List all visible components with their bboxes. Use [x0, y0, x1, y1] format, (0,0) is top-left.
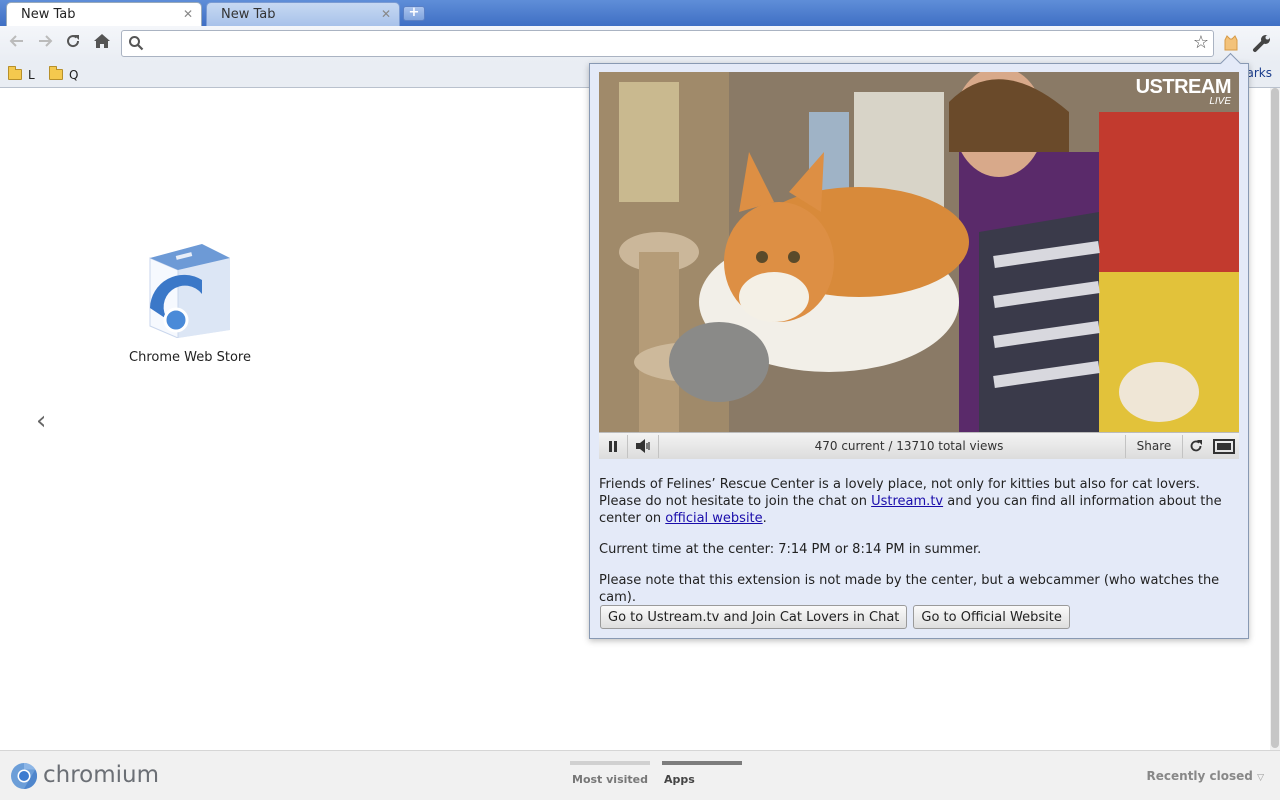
tab-indicator [570, 761, 650, 765]
chromium-wordmark: chromium [43, 762, 160, 788]
official-website-link[interactable]: official website [665, 511, 762, 526]
other-bookmarks-link[interactable]: arks [1247, 66, 1273, 80]
tab-new-tab-1[interactable]: New Tab ✕ [6, 2, 202, 26]
tab-indicator [662, 761, 742, 765]
tab-label: Most visited [572, 773, 648, 786]
app-label: Chrome Web Store [129, 350, 251, 365]
new-tab-button[interactable]: + [403, 6, 425, 21]
forward-arrow-icon[interactable] [33, 32, 57, 56]
divider [658, 435, 659, 458]
tab-title: New Tab [221, 7, 276, 22]
web-store-icon [149, 244, 230, 339]
ustream-link[interactable]: Ustream.tv [871, 494, 943, 509]
player-controls: 470 current / 13710 total views Share [599, 432, 1239, 459]
extension-popup: USTREAM LIVE 470 current / 13710 total v… [589, 63, 1249, 639]
omnibox[interactable]: ☆ [121, 30, 1214, 57]
back-arrow-icon[interactable] [5, 32, 29, 56]
bookmark-folder-q[interactable]: Q [49, 66, 78, 84]
live-video-player[interactable]: USTREAM LIVE [599, 72, 1239, 432]
tab-title: New Tab [21, 7, 76, 22]
disclaimer-text: Please note that this extension is not m… [599, 573, 1220, 605]
go-to-official-website-button[interactable]: Go to Official Website [913, 605, 1070, 629]
view-count: 470 current / 13710 total views [814, 439, 1004, 453]
chevron-down-icon: ▽ [1257, 773, 1264, 783]
bookmark-label: Q [69, 68, 79, 82]
omnibox-input[interactable] [150, 34, 1180, 53]
bookmark-folder-l[interactable]: L [8, 66, 35, 84]
folder-icon [49, 66, 63, 80]
refresh-icon[interactable] [1183, 433, 1209, 460]
description-paragraph: Friends of Felines’ Rescue Center is a l… [599, 476, 1239, 527]
app-tile-chrome-web-store[interactable]: Chrome Web Store [120, 238, 260, 365]
bookmark-label: L [28, 68, 35, 82]
cat-extension-icon[interactable] [1222, 34, 1240, 52]
share-button[interactable]: Share [1126, 433, 1182, 460]
volume-icon[interactable] [628, 433, 658, 460]
folder-icon [8, 66, 22, 80]
ntp-footer: chromium Most visited Apps Recently clos… [0, 750, 1280, 800]
tab-new-tab-2[interactable]: New Tab ✕ [206, 2, 400, 26]
previous-page-chevron-icon[interactable]: ‹ [36, 406, 46, 436]
close-tab-icon[interactable]: ✕ [183, 3, 193, 26]
video-frame-image [599, 72, 1239, 432]
recently-closed-label: Recently closed [1146, 769, 1253, 783]
ustream-logo: USTREAM LIVE [1136, 76, 1232, 107]
scrollbar-thumb[interactable] [1271, 88, 1279, 748]
tab-strip: New Tab ✕ New Tab ✕ + [0, 0, 1280, 26]
close-tab-icon[interactable]: ✕ [381, 3, 391, 26]
star-icon[interactable]: ☆ [1193, 32, 1209, 53]
chromium-brand: chromium [10, 762, 159, 790]
tab-most-visited[interactable]: Most visited [570, 761, 650, 791]
pause-icon[interactable] [599, 433, 627, 460]
popup-description: Friends of Felines’ Rescue Center is a l… [599, 476, 1239, 620]
tab-label: Apps [664, 773, 695, 786]
chromium-logo-icon [11, 762, 38, 790]
tab-apps[interactable]: Apps [662, 761, 742, 791]
wrench-icon[interactable] [1252, 33, 1272, 53]
scrollbar[interactable] [1270, 88, 1280, 750]
search-icon [129, 36, 144, 51]
fullscreen-icon[interactable] [1209, 433, 1239, 460]
popup-actions: Go to Ustream.tv and Join Cat Lovers in … [600, 605, 1076, 629]
home-icon[interactable] [90, 32, 114, 56]
reload-icon[interactable] [61, 32, 85, 56]
current-time-text: Current time at the center: 7:14 PM or 8… [599, 542, 982, 557]
text-segment: . [762, 511, 767, 526]
go-to-ustream-button[interactable]: Go to Ustream.tv and Join Cat Lovers in … [600, 605, 908, 629]
recently-closed-menu[interactable]: Recently closed ▽ [1147, 769, 1264, 783]
